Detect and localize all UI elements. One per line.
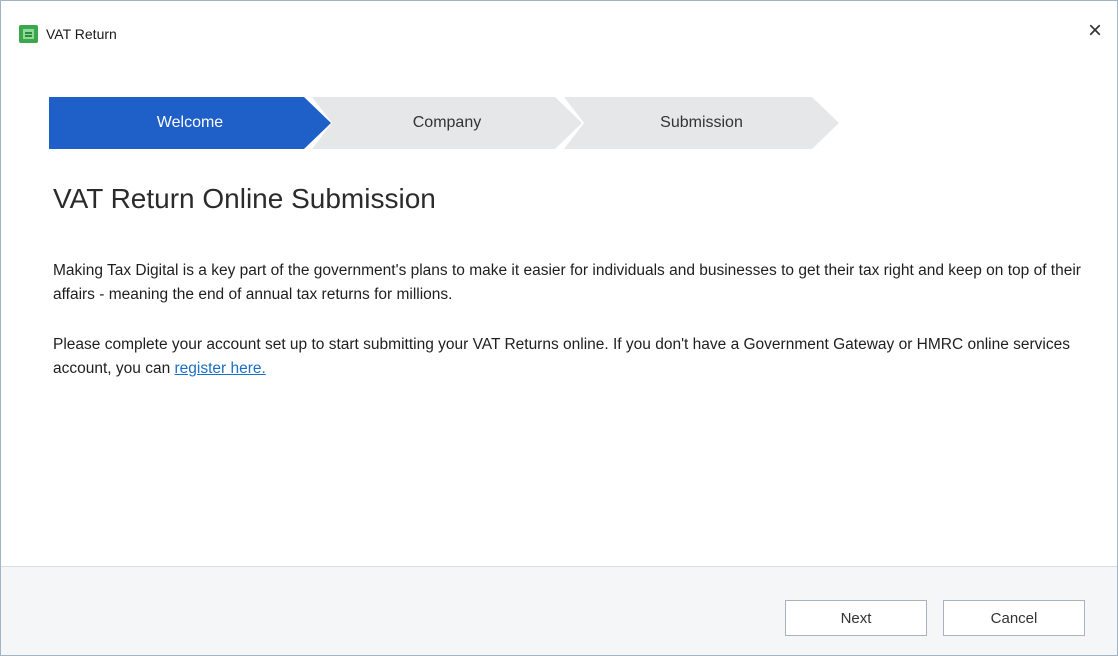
close-icon[interactable]: × [1081,17,1109,45]
vat-return-app-icon [19,25,38,43]
step-welcome[interactable]: Welcome [49,97,331,149]
step-company-label: Company [412,114,482,131]
next-button[interactable]: Next [785,600,927,636]
step-company[interactable]: Company [312,97,582,149]
step-submission-label: Submission [660,114,743,131]
step-welcome-label: Welcome [156,114,224,131]
page-title: VAT Return Online Submission [53,183,436,214]
wizard-steps: Welcome Company Submission [49,97,849,149]
window-title: VAT Return [46,26,117,42]
intro-paragraph: Making Tax Digital is a key part of the … [53,262,1081,303]
vat-return-dialog: VAT Return × Welcome Company Submission … [0,0,1118,656]
step-submission[interactable]: Submission [564,97,839,149]
cancel-button[interactable]: Cancel [943,600,1085,636]
instructions-paragraph: Please complete your account set up to s… [53,333,1093,381]
dialog-footer: Next Cancel [1,567,1117,655]
register-here-link[interactable]: register here. [175,360,266,377]
title-bar: VAT Return × [1,1,1117,61]
